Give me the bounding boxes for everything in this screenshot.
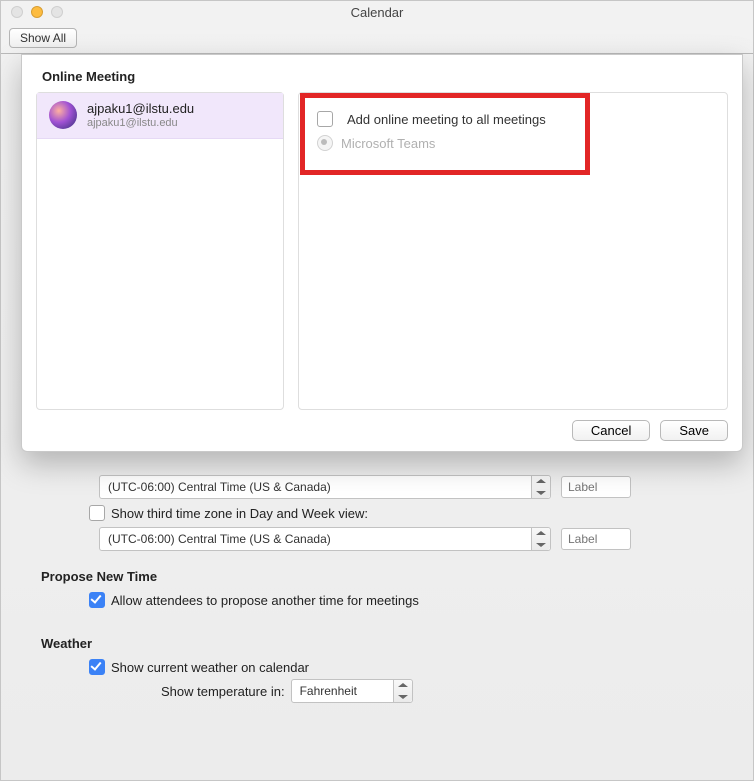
timezone-row-2: (UTC-06:00) Central Time (US & Canada): [99, 527, 713, 551]
close-icon[interactable]: [11, 6, 23, 18]
timezone-label-input-2[interactable]: [561, 528, 631, 550]
weather-show-row: Show current weather on calendar: [89, 659, 713, 675]
add-online-row: Add online meeting to all meetings: [317, 111, 709, 127]
online-meeting-sheet: Online Meeting ajpaku1@ilstu.edu ajpaku1…: [21, 54, 743, 452]
avatar: [49, 101, 77, 129]
third-timezone-row: Show third time zone in Day and Week vie…: [89, 505, 713, 521]
add-online-checkbox[interactable]: [317, 111, 333, 127]
propose-allow-row: Allow attendees to propose another time …: [89, 592, 713, 608]
toolbar: Show All: [1, 23, 753, 54]
timezone-value-2: (UTC-06:00) Central Time (US & Canada): [108, 532, 331, 546]
account-lines: ajpaku1@ilstu.edu ajpaku1@ilstu.edu: [87, 101, 194, 130]
sheet-body: ajpaku1@ilstu.edu ajpaku1@ilstu.edu Add …: [36, 92, 728, 410]
stepper-icon: [531, 476, 550, 498]
weather-unit-row: Show temperature in: Fahrenheit: [89, 679, 713, 703]
stepper-icon: [393, 680, 412, 702]
propose-allow-label: Allow attendees to propose another time …: [111, 593, 419, 608]
weather-show-label: Show current weather on calendar: [111, 660, 309, 675]
titlebar: Calendar: [1, 1, 753, 23]
timezone-row-1: (UTC-06:00) Central Time (US & Canada): [99, 475, 713, 499]
third-timezone-label: Show third time zone in Day and Week vie…: [111, 506, 368, 521]
stepper-icon: [531, 528, 550, 550]
preferences-window: Calendar Show All (UTC-06:00) Central Ti…: [0, 0, 754, 781]
sheet-title: Online Meeting: [42, 69, 728, 84]
propose-allow-checkbox[interactable]: [89, 592, 105, 608]
account-subtitle: ajpaku1@ilstu.edu: [87, 117, 194, 130]
account-display: ajpaku1@ilstu.edu: [87, 101, 194, 117]
add-online-label: Add online meeting to all meetings: [347, 112, 546, 127]
teams-row: Microsoft Teams: [317, 135, 709, 151]
teams-label: Microsoft Teams: [341, 136, 435, 151]
third-timezone-checkbox[interactable]: [89, 505, 105, 521]
timezone-value-1: (UTC-06:00) Central Time (US & Canada): [108, 480, 331, 494]
minimize-icon[interactable]: [31, 6, 43, 18]
cancel-button[interactable]: Cancel: [572, 420, 650, 441]
temperature-unit-label: Show temperature in:: [161, 684, 285, 699]
meeting-options-panel: Add online meeting to all meetings Micro…: [298, 92, 728, 410]
temperature-unit-select[interactable]: Fahrenheit: [291, 679, 413, 703]
show-all-button[interactable]: Show All: [9, 28, 77, 48]
save-button[interactable]: Save: [660, 420, 728, 441]
timezone-select-2[interactable]: (UTC-06:00) Central Time (US & Canada): [99, 527, 551, 551]
temperature-unit-value: Fahrenheit: [300, 684, 357, 698]
timezone-select-1[interactable]: (UTC-06:00) Central Time (US & Canada): [99, 475, 551, 499]
window-title: Calendar: [9, 5, 745, 20]
teams-radio: [317, 135, 333, 151]
window-controls: [11, 6, 63, 18]
weather-section-title: Weather: [41, 636, 713, 651]
options-area: Add online meeting to all meetings Micro…: [299, 93, 727, 177]
propose-section-title: Propose New Time: [41, 569, 713, 584]
weather-show-checkbox[interactable]: [89, 659, 105, 675]
content-area: (UTC-06:00) Central Time (US & Canada) S…: [1, 54, 753, 780]
account-list-panel: ajpaku1@ilstu.edu ajpaku1@ilstu.edu: [36, 92, 284, 410]
sheet-footer: Cancel Save: [36, 420, 728, 441]
account-item[interactable]: ajpaku1@ilstu.edu ajpaku1@ilstu.edu: [37, 93, 283, 139]
timezone-label-input-1[interactable]: [561, 476, 631, 498]
zoom-icon[interactable]: [51, 6, 63, 18]
